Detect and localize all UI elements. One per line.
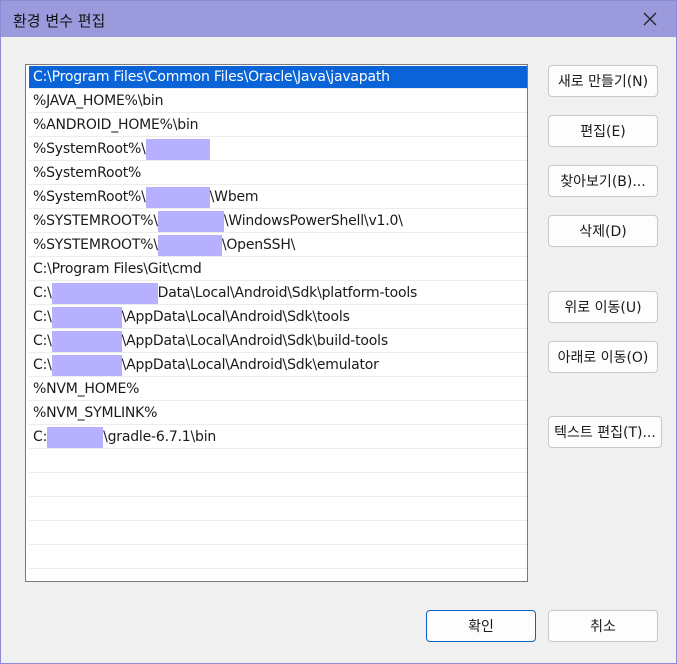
path-list-item[interactable]: %JAVA_HOME%\bin xyxy=(29,90,527,113)
path-list-item[interactable]: C:\ \AppData\Local\Android\Sdk\tools xyxy=(29,306,527,329)
path-suffix: \AppData\Local\Android\Sdk\build-tools xyxy=(121,333,389,349)
path-list-item[interactable]: C:\ Data\Local\Android\Sdk\platform-tools xyxy=(29,282,527,305)
path-prefix: C:\Program Files\Common Files\Oracle\Jav… xyxy=(33,69,390,85)
edit-text-button[interactable]: 텍스트 편집(T)... xyxy=(548,416,662,448)
path-prefix: %SystemRoot% xyxy=(33,165,142,181)
path-list-item[interactable]: C:\ \AppData\Local\Android\Sdk\build-tool… xyxy=(29,330,527,353)
path-text: %JAVA_HOME%\bin xyxy=(29,93,163,109)
path-list-item[interactable]: C:\Program Files\Git\cmd xyxy=(29,258,527,281)
path-text: %SystemRoot%\ \Wbem xyxy=(29,186,259,208)
path-text: %SystemRoot% xyxy=(29,165,141,181)
delete-button[interactable]: 삭제(D) xyxy=(548,215,658,247)
title-bar: 환경 변수 편집 xyxy=(1,1,676,37)
empty-list-row[interactable] xyxy=(29,498,527,521)
empty-list-row[interactable] xyxy=(29,450,527,473)
path-list-item[interactable]: %SystemRoot%\ \Wbem xyxy=(29,186,527,209)
path-suffix: \AppData\Local\Android\Sdk\tools xyxy=(121,309,350,325)
close-icon xyxy=(643,12,657,26)
redacted-segment xyxy=(51,354,122,376)
redacted-segment xyxy=(145,138,210,160)
path-text: %ANDROID_HOME%\bin xyxy=(29,117,199,133)
new-button[interactable]: 새로 만들기(N) xyxy=(548,65,658,97)
empty-list-row[interactable] xyxy=(29,522,527,545)
path-suffix: \gradle-6.7.1\bin xyxy=(103,429,217,445)
path-list-item[interactable]: C:\ \AppData\Local\Android\Sdk\emulator xyxy=(29,354,527,377)
path-list-item[interactable]: %SystemRoot% xyxy=(29,162,527,185)
path-text: C:\Program Files\Git\cmd xyxy=(29,261,202,277)
path-suffix: \WindowsPowerShell\v1.0\ xyxy=(223,213,403,229)
edit-button[interactable]: 편집(E) xyxy=(548,115,658,147)
path-prefix: %SYSTEMROOT%\ xyxy=(33,213,158,229)
path-prefix: C:\ xyxy=(33,285,52,301)
path-prefix: %JAVA_HOME%\bin xyxy=(33,93,164,109)
path-list-item[interactable]: %ANDROID_HOME%\bin xyxy=(29,114,527,137)
path-prefix: C:\Program Files\Git\cmd xyxy=(33,261,202,277)
path-text: C:\ \AppData\Local\Android\Sdk\emulator xyxy=(29,354,379,376)
path-suffix: \AppData\Local\Android\Sdk\emulator xyxy=(121,357,379,373)
cancel-button[interactable]: 취소 xyxy=(548,610,658,642)
move-up-button[interactable]: 위로 이동(U) xyxy=(548,291,658,323)
path-list-item[interactable]: C:\Program Files\Common Files\Oracle\Jav… xyxy=(29,66,527,89)
path-prefix: %SystemRoot%\ xyxy=(33,141,146,157)
empty-list-row[interactable] xyxy=(29,546,527,569)
redacted-segment xyxy=(51,306,122,328)
redacted-segment xyxy=(51,330,122,352)
path-text: %SystemRoot%\ xyxy=(29,138,210,160)
path-prefix: C: xyxy=(33,429,48,445)
path-text: %NVM_HOME% xyxy=(29,381,139,397)
path-text: %SYSTEMROOT%\ \WindowsPowerShell\v1.0\ xyxy=(29,210,403,232)
path-suffix: Data\Local\Android\Sdk\platform-tools xyxy=(157,285,418,301)
path-text: C:\Program Files\Common Files\Oracle\Jav… xyxy=(29,69,390,85)
path-list-item[interactable]: %NVM_SYMLINK% xyxy=(29,402,527,425)
edit-environment-variable-dialog: 환경 변수 편집 C:\Program Files\Common Files\O… xyxy=(0,0,677,664)
path-text: C:\ \AppData\Local\Android\Sdk\build-tool… xyxy=(29,330,389,352)
path-prefix: C:\ xyxy=(33,333,52,349)
redacted-segment xyxy=(51,282,158,304)
path-prefix: C:\ xyxy=(33,357,52,373)
path-text: C: \gradle-6.7.1\bin xyxy=(29,426,217,448)
path-text: %NVM_SYMLINK% xyxy=(29,405,157,421)
path-list-item[interactable]: %SystemRoot%\ xyxy=(29,138,527,161)
path-text: %SYSTEMROOT%\ \OpenSSH\ xyxy=(29,234,296,256)
window-title: 환경 변수 편집 xyxy=(13,12,106,30)
path-prefix: %SYSTEMROOT%\ xyxy=(33,237,158,253)
empty-list-row[interactable] xyxy=(29,474,527,497)
ok-button[interactable]: 확인 xyxy=(426,610,536,642)
path-list[interactable]: C:\Program Files\Common Files\Oracle\Jav… xyxy=(25,64,528,582)
redacted-segment xyxy=(157,234,222,256)
path-prefix: %NVM_HOME% xyxy=(33,381,140,397)
path-text: C:\ \AppData\Local\Android\Sdk\tools xyxy=(29,306,350,328)
path-suffix: \Wbem xyxy=(209,189,259,205)
close-button[interactable] xyxy=(630,3,670,35)
browse-button[interactable]: 찾아보기(B)... xyxy=(548,165,658,197)
path-prefix: %ANDROID_HOME%\bin xyxy=(33,117,199,133)
redacted-segment xyxy=(47,426,104,448)
path-list-item[interactable]: %SYSTEMROOT%\ \OpenSSH\ xyxy=(29,234,527,257)
path-prefix: C:\ xyxy=(33,309,52,325)
path-text: C:\ Data\Local\Android\Sdk\platform-tools xyxy=(29,282,418,304)
path-prefix: %NVM_SYMLINK% xyxy=(33,405,158,421)
path-prefix: %SystemRoot%\ xyxy=(33,189,146,205)
redacted-segment xyxy=(157,210,224,232)
move-down-button[interactable]: 아래로 이동(O) xyxy=(548,341,658,373)
path-suffix: \OpenSSH\ xyxy=(221,237,296,253)
path-list-item[interactable]: C: \gradle-6.7.1\bin xyxy=(29,426,527,449)
redacted-segment xyxy=(145,186,210,208)
path-list-item[interactable]: %SYSTEMROOT%\ \WindowsPowerShell\v1.0\ xyxy=(29,210,527,233)
path-list-item[interactable]: %NVM_HOME% xyxy=(29,378,527,401)
